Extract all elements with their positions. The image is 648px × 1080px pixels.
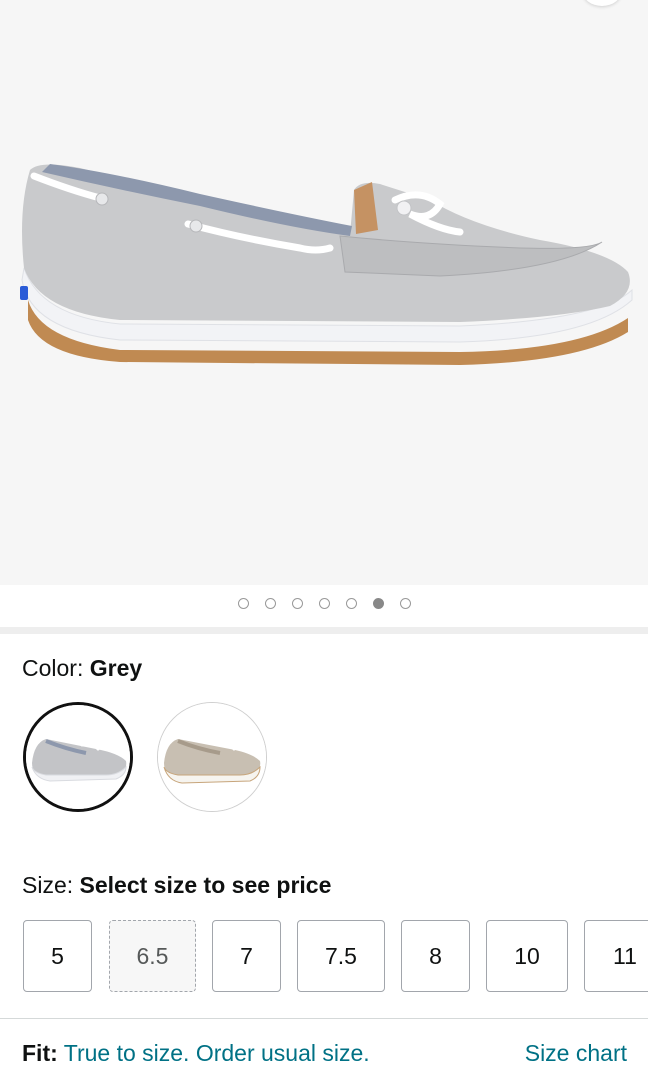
size-option[interactable]: 7 bbox=[212, 920, 281, 992]
size-options: 5 6.5 7 7.5 8 10 11 bbox=[0, 920, 648, 994]
section-divider bbox=[0, 627, 648, 634]
fit-value[interactable]: True to size. Order usual size. bbox=[64, 1040, 370, 1066]
color-value: Grey bbox=[89, 655, 143, 681]
fit-info: Fit: True to size. Order usual size. bbox=[22, 1040, 370, 1067]
divider bbox=[0, 1018, 648, 1019]
shoe-illustration bbox=[20, 164, 633, 365]
carousel-dot[interactable] bbox=[237, 598, 249, 609]
size-chart-link[interactable]: Size chart bbox=[525, 1040, 627, 1067]
carousel-dot[interactable] bbox=[399, 598, 411, 609]
carousel-dot[interactable] bbox=[318, 598, 330, 609]
grey-shoe-thumbnail bbox=[26, 705, 130, 809]
carousel-dot-active[interactable] bbox=[372, 598, 384, 609]
size-option-label: 11 bbox=[613, 942, 637, 969]
size-option-label: 7 bbox=[240, 942, 253, 969]
size-option[interactable]: 5 bbox=[23, 920, 92, 992]
size-option-label: 6.5 bbox=[136, 942, 169, 969]
size-option-label: 10 bbox=[514, 942, 540, 969]
size-option[interactable]: 7.5 bbox=[297, 920, 385, 992]
color-heading: Color: Grey bbox=[22, 655, 142, 682]
carousel-dot[interactable] bbox=[264, 598, 276, 609]
size-prompt: Select size to see price bbox=[79, 872, 332, 898]
taupe-shoe-thumbnail bbox=[158, 703, 266, 811]
size-option[interactable]: 8 bbox=[401, 920, 470, 992]
size-option[interactable]: 11 bbox=[584, 920, 648, 992]
color-label: Color: bbox=[22, 655, 84, 681]
size-option-label: 5 bbox=[51, 942, 64, 969]
color-swatch-taupe[interactable] bbox=[157, 702, 267, 812]
size-label: Size: bbox=[22, 872, 74, 898]
size-option-unavailable[interactable]: 6.5 bbox=[109, 920, 196, 992]
carousel-dot[interactable] bbox=[291, 598, 303, 609]
carousel-dot[interactable] bbox=[345, 598, 357, 609]
size-option-label: 7.5 bbox=[325, 942, 357, 969]
product-image[interactable] bbox=[0, 0, 648, 585]
color-swatch-grey[interactable] bbox=[23, 702, 133, 812]
fit-label: Fit: bbox=[22, 1040, 58, 1066]
image-carousel-dots[interactable] bbox=[0, 598, 648, 612]
size-option[interactable]: 10 bbox=[486, 920, 568, 992]
size-heading: Size: Select size to see price bbox=[22, 872, 331, 899]
size-option-label: 8 bbox=[429, 942, 442, 969]
